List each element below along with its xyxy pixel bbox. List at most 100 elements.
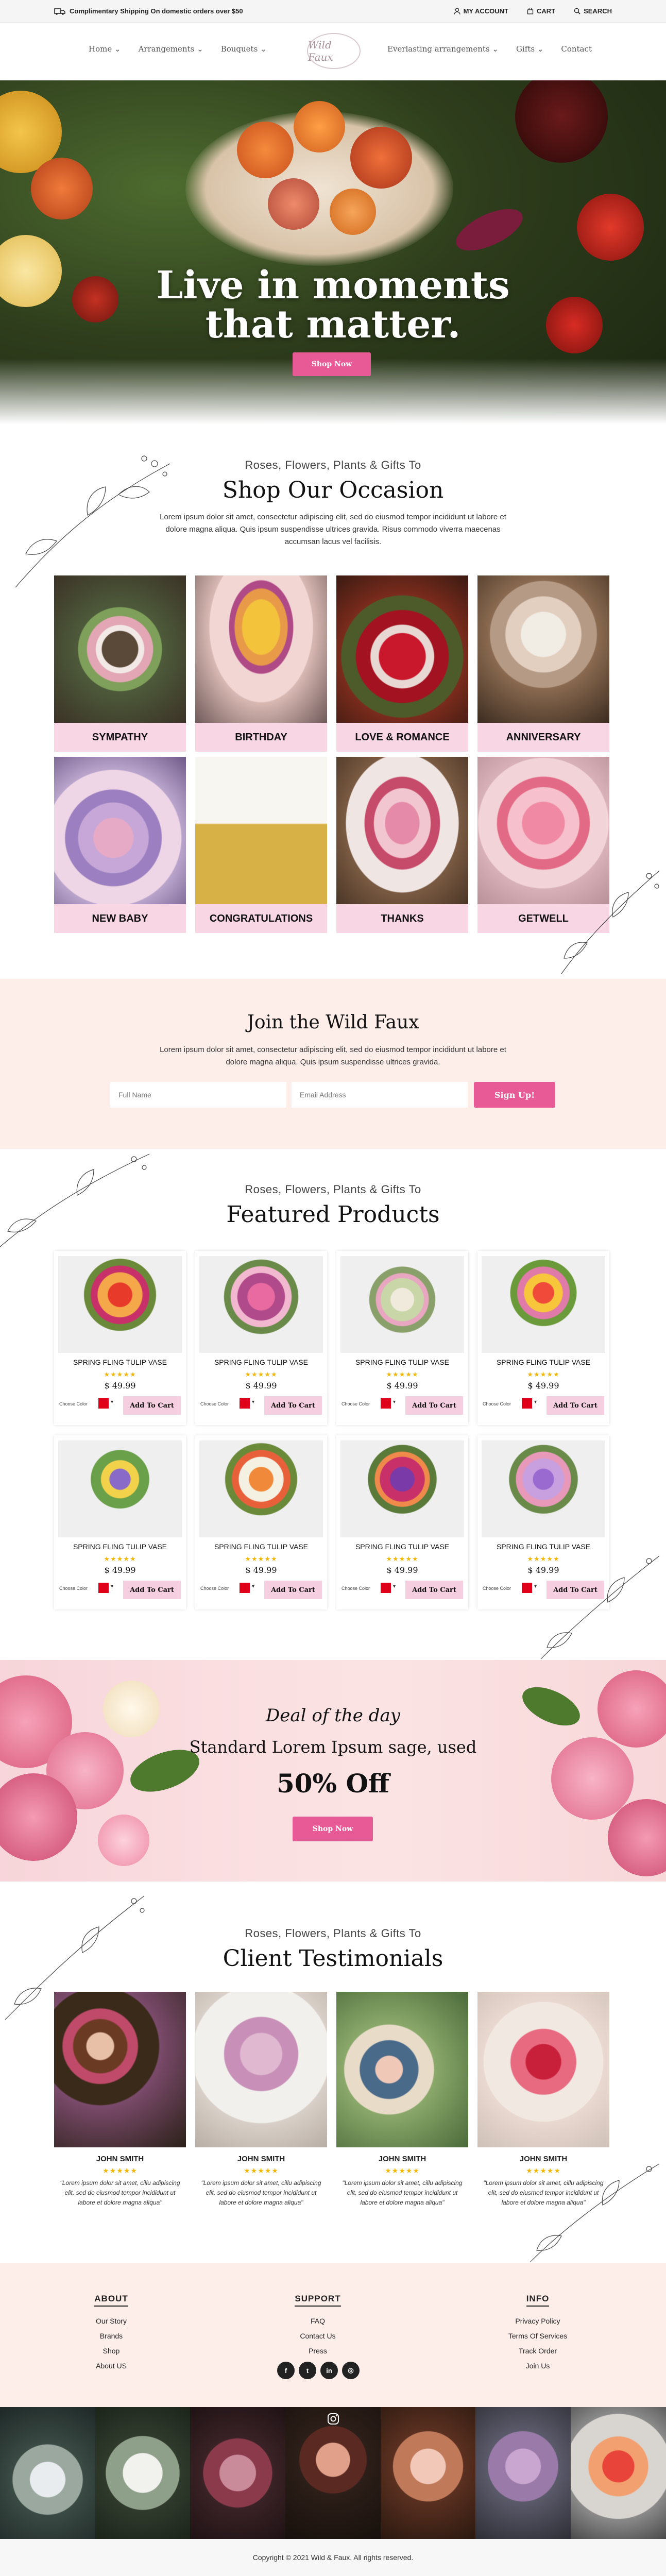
- nav-item-bouquets[interactable]: Bouquets ⌄: [221, 44, 267, 54]
- product-name[interactable]: SPRING FLING TULIP VASE: [54, 1543, 186, 1551]
- instagram-icon[interactable]: [327, 2412, 340, 2426]
- color-swatch[interactable]: [240, 1398, 250, 1409]
- sign-up-button[interactable]: Sign Up!: [474, 1082, 555, 1108]
- nav-item-contact[interactable]: Contact: [561, 44, 592, 54]
- occasion-card-sympathy[interactable]: SYMPATHY: [54, 575, 186, 755]
- cart-label: CART: [536, 7, 556, 15]
- nav-item-arrangements[interactable]: Arrangements ⌄: [139, 44, 203, 54]
- color-swatch[interactable]: [381, 1583, 391, 1593]
- product-image[interactable]: [482, 1256, 605, 1353]
- product-card[interactable]: SPRING FLING TULIP VASE ★★★★★ $ 49.99 Choos…: [477, 1251, 609, 1425]
- product-name[interactable]: SPRING FLING TULIP VASE: [477, 1358, 609, 1366]
- product-name[interactable]: SPRING FLING TULIP VASE: [195, 1543, 327, 1551]
- product-card[interactable]: SPRING FLING TULIP VASE ★★★★★ $ 49.99 Choos…: [54, 1251, 186, 1425]
- color-swatch[interactable]: [98, 1583, 109, 1593]
- color-swatch[interactable]: [522, 1398, 532, 1409]
- testimonial-quote: "Lorem ipsum dolor sit amet, cillu adipi…: [60, 2179, 180, 2206]
- chevron-down-icon[interactable]: ▾: [111, 1584, 113, 1589]
- occasion-card-birthday[interactable]: BIRTHDAY: [195, 575, 327, 755]
- footer-link[interactable]: Shop: [60, 2344, 163, 2359]
- footer-link[interactable]: FAQ: [266, 2314, 369, 2329]
- cart-link[interactable]: CART: [527, 7, 555, 15]
- gallery-image[interactable]: [95, 2407, 191, 2539]
- color-swatch[interactable]: [381, 1398, 391, 1409]
- nav-item-home[interactable]: Home ⌄: [89, 44, 121, 54]
- product-image[interactable]: [340, 1440, 464, 1537]
- rating-stars: ★★★★★: [386, 1555, 419, 1563]
- hero-shop-now-button[interactable]: Shop Now: [293, 352, 371, 376]
- product-card[interactable]: SPRING FLING TULIP VASE ★★★★★ $ 49.99 Choos…: [54, 1435, 186, 1609]
- instagram-icon[interactable]: ◎: [342, 2362, 360, 2379]
- hero-line-1: Live in moments: [156, 263, 510, 308]
- footer-link[interactable]: Terms Of Services: [486, 2329, 589, 2344]
- product-card[interactable]: SPRING FLING TULIP VASE ★★★★★ $ 49.99 Choos…: [336, 1435, 468, 1609]
- product-name[interactable]: SPRING FLING TULIP VASE: [54, 1358, 186, 1366]
- product-image[interactable]: [199, 1256, 323, 1353]
- chevron-down-icon[interactable]: ▾: [252, 1584, 254, 1589]
- footer-link[interactable]: Press: [266, 2344, 369, 2359]
- product-image[interactable]: [58, 1440, 182, 1537]
- footer-link[interactable]: Join Us: [486, 2359, 589, 2374]
- product-card[interactable]: SPRING FLING TULIP VASE ★★★★★ $ 49.99 Choos…: [195, 1435, 327, 1609]
- search-link[interactable]: SEARCH: [574, 7, 612, 15]
- chevron-down-icon[interactable]: ▾: [393, 1584, 396, 1589]
- rating-stars: ★★★★★: [244, 2166, 279, 2175]
- footer-link[interactable]: Privacy Policy: [486, 2314, 589, 2329]
- gallery-image[interactable]: [190, 2407, 286, 2539]
- my-account-link[interactable]: MY ACCOUNT: [453, 7, 508, 15]
- color-swatch[interactable]: [522, 1583, 532, 1593]
- product-card[interactable]: SPRING FLING TULIP VASE ★★★★★ $ 49.99 Choos…: [336, 1251, 468, 1425]
- product-image[interactable]: [199, 1440, 323, 1537]
- twitter-icon[interactable]: t: [299, 2362, 316, 2379]
- nav-item-everlasting[interactable]: Everlasting arrangements ⌄: [387, 44, 499, 54]
- add-to-cart-button[interactable]: Add To Cart: [405, 1396, 463, 1415]
- linkedin-icon[interactable]: in: [320, 2362, 338, 2379]
- product-image[interactable]: [340, 1256, 464, 1353]
- product-price: $ 49.99: [386, 1565, 418, 1575]
- footer-link[interactable]: Brands: [60, 2329, 163, 2344]
- facebook-icon[interactable]: f: [277, 2362, 295, 2379]
- product-name[interactable]: SPRING FLING TULIP VASE: [336, 1543, 468, 1551]
- add-to-cart-button[interactable]: Add To Cart: [264, 1581, 322, 1599]
- product-name[interactable]: SPRING FLING TULIP VASE: [336, 1358, 468, 1366]
- nav-contact-label: Contact: [561, 44, 592, 54]
- product-image[interactable]: [58, 1256, 182, 1353]
- chevron-down-icon: ⌄: [492, 44, 499, 54]
- email-input[interactable]: [292, 1082, 468, 1108]
- occasion-card-new-baby[interactable]: NEW BABY: [54, 757, 186, 936]
- occasion-card-anniversary[interactable]: ANNIVERSARY: [477, 575, 609, 755]
- chevron-down-icon[interactable]: ▾: [111, 1399, 113, 1405]
- footer-link[interactable]: Track Order: [486, 2344, 589, 2359]
- top-bar: Complimentary Shipping On domestic order…: [0, 0, 666, 23]
- product-card[interactable]: SPRING FLING TULIP VASE ★★★★★ $ 49.99 Choos…: [195, 1251, 327, 1425]
- chevron-down-icon[interactable]: ▾: [534, 1399, 537, 1405]
- gallery-image[interactable]: [380, 2407, 476, 2539]
- product-name[interactable]: SPRING FLING TULIP VASE: [195, 1358, 327, 1366]
- full-name-input[interactable]: [110, 1082, 286, 1108]
- gallery-image[interactable]: [0, 2407, 95, 2539]
- product-image[interactable]: [482, 1440, 605, 1537]
- deal-shop-now-button[interactable]: Shop Now: [293, 1817, 373, 1841]
- footer-link[interactable]: About US: [60, 2359, 163, 2374]
- footer-link[interactable]: Contact Us: [266, 2329, 369, 2344]
- nav-item-gifts[interactable]: Gifts ⌄: [516, 44, 543, 54]
- color-swatch[interactable]: [240, 1583, 250, 1593]
- add-to-cart-button[interactable]: Add To Cart: [123, 1581, 181, 1599]
- add-to-cart-button[interactable]: Add To Cart: [264, 1396, 322, 1415]
- add-to-cart-button[interactable]: Add To Cart: [547, 1396, 604, 1415]
- site-logo[interactable]: Wild Faux: [307, 33, 361, 69]
- chevron-down-icon[interactable]: ▾: [393, 1399, 396, 1405]
- gallery-image[interactable]: [285, 2407, 381, 2539]
- occasion-card-love-romance[interactable]: LOVE & ROMANCE: [336, 575, 468, 755]
- occasion-card-thanks[interactable]: THANKS: [336, 757, 468, 936]
- add-to-cart-button[interactable]: Add To Cart: [123, 1396, 181, 1415]
- occasion-card-congratulations[interactable]: CONGRATULATIONS: [195, 757, 327, 936]
- gallery-image[interactable]: [571, 2407, 666, 2539]
- color-swatch[interactable]: [98, 1398, 109, 1409]
- testimonial-image: [477, 1992, 609, 2147]
- testimonial-quote: "Lorem ipsum dolor sit amet, cillu adipi…: [342, 2179, 463, 2206]
- add-to-cart-button[interactable]: Add To Cart: [405, 1581, 463, 1599]
- chevron-down-icon[interactable]: ▾: [252, 1399, 254, 1405]
- footer-link[interactable]: Our Story: [60, 2314, 163, 2329]
- gallery-image[interactable]: [475, 2407, 571, 2539]
